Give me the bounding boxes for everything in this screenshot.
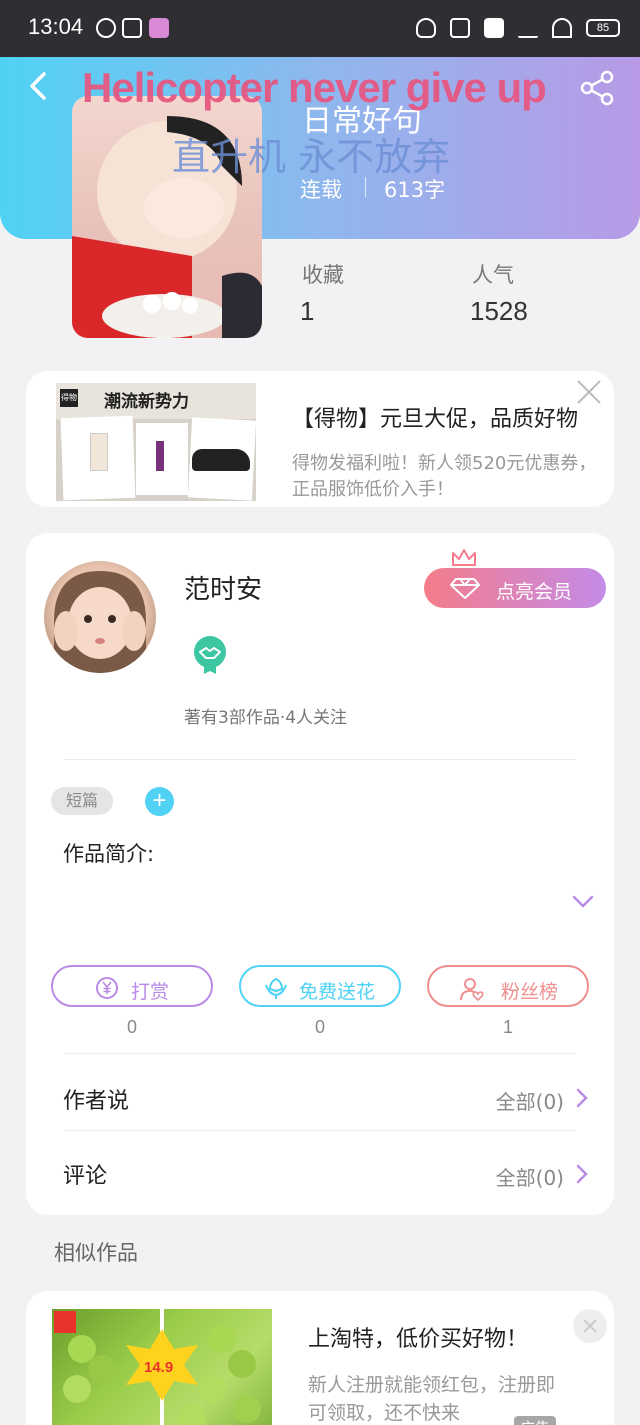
send-flower-button[interactable]: 免费送花 [239, 965, 401, 1007]
notification-photo-icon [149, 18, 169, 38]
divider [64, 1130, 576, 1131]
tip-button-label: 打赏 [131, 981, 170, 1003]
author-name[interactable]: 范时安 [184, 569, 262, 606]
notification-app-icon [122, 18, 142, 38]
yen-coin-icon [96, 977, 118, 999]
crown-icon [452, 549, 476, 566]
fan-count: 1 [502, 1017, 513, 1037]
ad-label: 广告 [514, 1416, 557, 1425]
share-icon[interactable] [578, 68, 618, 108]
headphone-icon [416, 18, 436, 38]
work-intro-label: 作品简介: [63, 842, 155, 866]
author-info-card: 范时安 点亮会员 著有3部作品·4人关注 短篇 + 作品简介: 打赏 免费送花 [26, 533, 614, 1215]
divider [64, 759, 576, 760]
ad-description: 得物发福利啦！新人领520元优惠券，正品服饰低价入手！ [292, 453, 597, 500]
send-flower-label: 免费送花 [299, 981, 376, 1003]
stat-popularity-value: 1528 [470, 296, 528, 326]
author-badge-icon[interactable] [192, 636, 228, 676]
close-ad-icon[interactable] [574, 377, 604, 407]
back-icon[interactable] [22, 68, 58, 104]
activate-vip-button[interactable]: 点亮会员 [424, 568, 606, 608]
stat-favorites-label: 收藏 [302, 263, 344, 287]
mute-bell-icon [450, 18, 470, 38]
chevron-right-icon [576, 1164, 588, 1184]
ad-banner-taote[interactable]: 14.9 上淘特，低价买好物！ 新人注册就能领红包，注册即可领取，还不快来 广告 [26, 1291, 614, 1425]
flower-count: 0 [314, 1017, 325, 1037]
add-tag-button[interactable]: + [145, 787, 174, 816]
ad-title: 上淘特，低价买好物！ [308, 1327, 529, 1352]
author-meta: 著有3部作品·4人关注 [184, 708, 348, 728]
word-count: 613字 [384, 178, 446, 202]
author-says-label: 作者说 [63, 1089, 130, 1114]
battery-icon: 85 [586, 19, 620, 37]
vip-button-label: 点亮会员 [496, 581, 573, 603]
chevron-right-icon [576, 1088, 588, 1108]
comments-label: 评论 [63, 1164, 108, 1189]
wifi-icon [552, 18, 572, 38]
comments-all: 全部(0) [495, 1166, 564, 1190]
watermark-chinese: 直升机 永不放弃 [172, 135, 451, 179]
divider [64, 1053, 576, 1054]
author-avatar[interactable] [44, 561, 156, 673]
hd-icon [484, 18, 504, 38]
ad-image: 14.9 [52, 1309, 272, 1425]
fan-heart-icon [460, 978, 484, 1002]
ad-image-price: 14.9 [144, 1359, 174, 1376]
stat-popularity-label: 人气 [472, 263, 514, 287]
ad-image-brand: 得物 [60, 389, 78, 407]
book-status: 连载 [300, 178, 342, 202]
ad-image: 得物 潮流新势力 [56, 383, 256, 501]
chevron-down-icon[interactable] [572, 895, 594, 909]
fan-ranking-label: 粉丝榜 [501, 981, 559, 1003]
work-tag: 短篇 [51, 787, 113, 815]
close-icon [583, 1319, 597, 1333]
tip-button[interactable]: 打赏 [51, 965, 213, 1007]
watermark-english: Helicopter never give up [82, 64, 547, 111]
ad-title: 【得物】元旦大促，品质好物 [292, 407, 579, 432]
status-bar: 13:04 85 [0, 0, 640, 57]
signal-5g-icon [518, 18, 538, 38]
similar-works-heading: 相似作品 [54, 1241, 138, 1265]
ad-banner-dewu[interactable]: 得物 潮流新势力 【得物】元旦大促，品质好物 得物发福利啦！新人领520元优惠券… [26, 371, 614, 507]
stat-favorites-value: 1 [300, 296, 315, 326]
status-time: 13:04 [28, 14, 84, 39]
notification-k-icon [96, 18, 116, 38]
close-ad-button[interactable] [573, 1309, 607, 1343]
flower-icon [265, 978, 287, 999]
divider [365, 177, 366, 197]
ad-image-headline: 潮流新势力 [104, 392, 189, 412]
tip-count: 0 [126, 1017, 137, 1037]
diamond-icon [450, 578, 480, 599]
author-says-all: 全部(0) [495, 1090, 564, 1114]
fan-ranking-button[interactable]: 粉丝榜 [427, 965, 589, 1007]
